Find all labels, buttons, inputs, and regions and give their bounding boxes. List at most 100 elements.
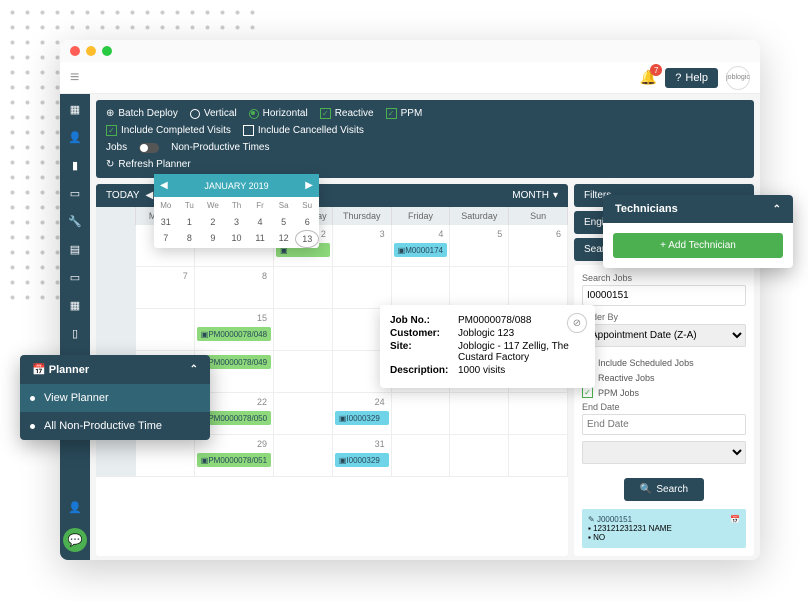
calendar-cell[interactable] — [392, 267, 451, 309]
calendar-cell[interactable] — [392, 393, 451, 435]
planner-pop-title: Planner — [49, 364, 89, 376]
calendar-cell[interactable]: 29▣ PM0000078/051 — [195, 435, 274, 477]
calendar-cell[interactable]: 4▣ M0000174 — [392, 225, 451, 267]
user-icon[interactable]: 👤 — [68, 130, 82, 144]
mini-cal-day[interactable]: 11 — [248, 230, 272, 248]
batch-deploy-button[interactable]: ⊕ Batch Deploy — [106, 108, 178, 119]
chevron-up-icon[interactable]: ⌃ — [190, 364, 198, 375]
mini-cal-day[interactable]: 2 — [201, 214, 225, 230]
mini-cal-day[interactable]: 7 — [154, 230, 178, 248]
calendar-cell[interactable]: 8 — [195, 267, 274, 309]
calendar-cell[interactable] — [274, 351, 333, 393]
today-button[interactable]: TODAY — [106, 190, 140, 201]
tooltip-action-icon[interactable]: ⊘ — [567, 313, 587, 333]
mini-cal-day[interactable]: 6 — [295, 214, 319, 230]
end-date-label: End Date — [582, 402, 746, 412]
mini-cal-day[interactable]: 5 — [272, 214, 296, 230]
mini-cal-next-icon[interactable]: ▶ — [305, 180, 313, 191]
chart-icon[interactable]: ▮ — [68, 158, 82, 172]
horizontal-radio[interactable]: Horizontal — [249, 108, 308, 119]
mini-cal-day[interactable]: 9 — [201, 230, 225, 248]
job-bar[interactable]: ▣ M0000174 — [394, 243, 448, 257]
job-bar[interactable]: ▣ I0000329 — [335, 453, 389, 467]
minimize-window-icon[interactable] — [86, 46, 96, 56]
calendar-cell[interactable] — [509, 393, 568, 435]
help-button[interactable]: ?Help — [665, 68, 718, 88]
tooltip-jobno: PM0000078/088 — [458, 315, 531, 326]
close-window-icon[interactable] — [70, 46, 80, 56]
calendar-cell[interactable] — [450, 435, 509, 477]
include-completed-checkbox[interactable]: ✓Include Completed Visits — [106, 125, 231, 136]
order-by-select[interactable]: Appointment Date (Z-A) — [582, 324, 746, 347]
settings-icon[interactable]: 👤 — [68, 500, 82, 514]
calendar-cell[interactable]: 5 — [450, 225, 509, 267]
job-bar[interactable]: ▣ PM0000078/048 — [197, 327, 271, 341]
ppm-jobs-checkbox[interactable]: ✓PPM Jobs — [582, 387, 746, 398]
end-date-input[interactable] — [582, 414, 746, 435]
calendar-cell[interactable]: 15▣ PM0000078/048 — [195, 309, 274, 351]
chevron-up-icon[interactable]: ⌃ — [773, 204, 781, 215]
include-cancelled-checkbox[interactable]: ✓Include Cancelled Visits — [243, 125, 364, 136]
prev-month-icon[interactable]: ◀ — [146, 190, 154, 201]
calendar-cell[interactable] — [136, 435, 195, 477]
mini-cal-day[interactable]: 10 — [225, 230, 249, 248]
view-planner-item[interactable]: View Planner — [20, 384, 210, 412]
search-result-card[interactable]: ✎ J0000151📅 ▪ 123121231231 NAME ▪ NO — [582, 509, 746, 548]
mini-cal-prev-icon[interactable]: ◀ — [160, 180, 168, 191]
calendar-cell[interactable] — [509, 435, 568, 477]
calendar-cell[interactable] — [274, 435, 333, 477]
calendar-cell[interactable] — [274, 309, 333, 351]
planner-icon[interactable]: ▭ — [68, 186, 82, 200]
calendar-cell[interactable] — [333, 267, 392, 309]
calendar-cell[interactable] — [392, 435, 451, 477]
mini-cal-day[interactable]: 4 — [248, 214, 272, 230]
day-header: Saturday — [450, 207, 509, 225]
search-jobs-input[interactable] — [582, 285, 746, 306]
tooltip-customer: Joblogic 123 — [458, 328, 514, 339]
notifications-icon[interactable]: 🔔7 — [640, 69, 657, 86]
mini-cal-day[interactable]: 31 — [154, 214, 178, 230]
calendar-cell[interactable]: 7 — [136, 267, 195, 309]
include-scheduled-checkbox[interactable]: ✓Include Scheduled Jobs — [582, 357, 746, 368]
document-icon[interactable]: ▯ — [68, 326, 82, 340]
menu-icon[interactable]: ≡ — [70, 69, 79, 87]
calendar-cell[interactable] — [136, 309, 195, 351]
ppm-checkbox[interactable]: ✓PPM — [386, 108, 423, 119]
logo[interactable]: joblogic — [726, 66, 750, 90]
search-button[interactable]: 🔍 Search — [624, 478, 704, 501]
calendar-cell[interactable]: 24▣ I0000329 — [333, 393, 392, 435]
mini-cal-day-selected[interactable]: 13 — [295, 230, 319, 248]
all-non-productive-item[interactable]: All Non-Productive Time — [20, 412, 210, 440]
building-icon[interactable]: ▤ — [68, 242, 82, 256]
jobs-toggle[interactable] — [139, 143, 159, 153]
add-technician-button[interactable]: + Add Technician — [613, 233, 783, 258]
mini-cal-day[interactable]: 1 — [178, 214, 202, 230]
refresh-planner-button[interactable]: ↻ Refresh Planner — [106, 159, 191, 170]
extra-select[interactable] — [582, 441, 746, 464]
calendar-cell[interactable] — [274, 267, 333, 309]
calendar-cell[interactable]: 6 — [509, 225, 568, 267]
reactive-checkbox[interactable]: ✓Reactive — [320, 108, 374, 119]
calendar-cell[interactable] — [450, 267, 509, 309]
calendar-icon[interactable]: ▦ — [68, 298, 82, 312]
job-bar[interactable]: ▣ I0000329 — [335, 411, 389, 425]
calendar-cell[interactable]: 3 — [333, 225, 392, 267]
dashboard-icon[interactable]: ▦ — [68, 102, 82, 116]
calendar-cell[interactable] — [450, 393, 509, 435]
mini-cal-day[interactable]: 3 — [225, 214, 249, 230]
planner-menu-popup: 📅 Planner⌃ View Planner All Non-Producti… — [20, 355, 210, 440]
maximize-window-icon[interactable] — [102, 46, 112, 56]
chat-button[interactable]: 💬 — [63, 528, 87, 552]
tools-icon[interactable]: 🔧 — [68, 214, 82, 228]
window-titlebar — [60, 40, 760, 62]
view-mode-select[interactable]: MONTH ▾ — [512, 190, 558, 201]
job-bar[interactable]: ▣ PM0000078/051 — [197, 453, 271, 467]
card-icon[interactable]: ▭ — [68, 270, 82, 284]
calendar-cell[interactable] — [274, 393, 333, 435]
mini-cal-day[interactable]: 12 — [272, 230, 296, 248]
calendar-cell[interactable]: 31▣ I0000329 — [333, 435, 392, 477]
reactive-jobs-checkbox[interactable]: ✓Reactive Jobs — [582, 372, 746, 383]
mini-cal-day[interactable]: 8 — [178, 230, 202, 248]
vertical-radio[interactable]: Vertical — [190, 108, 237, 119]
calendar-cell[interactable] — [509, 267, 568, 309]
